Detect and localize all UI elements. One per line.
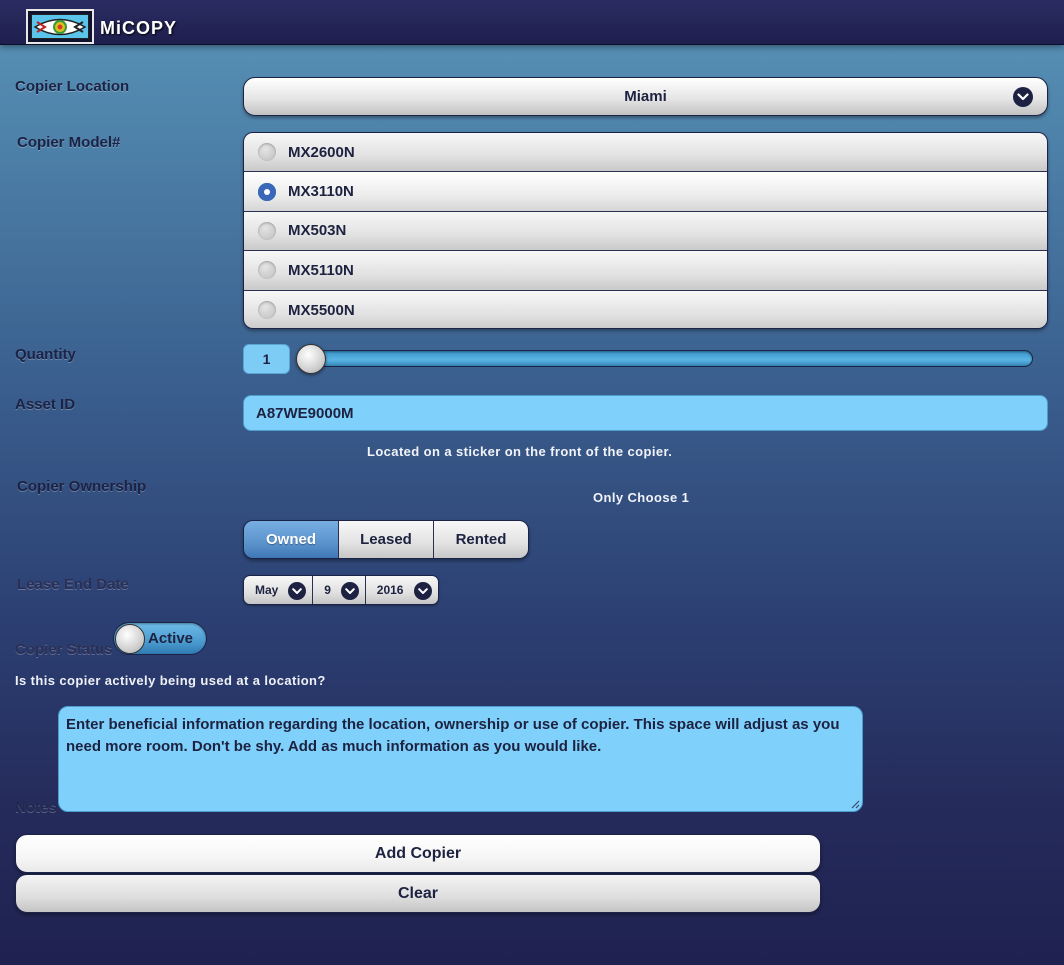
radio-button[interactable] — [258, 301, 276, 320]
chevron-down-icon — [414, 582, 432, 600]
asset-id-value: A87WE9000M — [256, 404, 354, 422]
lease-year-select[interactable]: 2016 — [365, 576, 438, 604]
model-option-mx503n[interactable]: MX503N — [244, 211, 1047, 252]
model-option-label: MX3110N — [288, 183, 354, 201]
copier-status-label: Copier Status — [15, 641, 113, 658]
chevron-down-icon — [340, 582, 359, 600]
asset-id-label: Asset ID — [15, 396, 76, 413]
app-title: MiCOPY — [100, 18, 178, 38]
copier-ownership-label: Copier Ownership — [17, 478, 147, 495]
quantity-label: Quantity — [15, 346, 76, 363]
model-option-mx3110n[interactable]: MX3110N — [244, 172, 1047, 212]
resize-handle-icon[interactable] — [850, 799, 860, 809]
notes-textarea[interactable]: Enter beneficial information regarding t… — [58, 706, 863, 812]
copier-model-radio-group: MX2600N MX3110N MX503N MX5110N MX5500N — [243, 132, 1048, 329]
quantity-slider-handle[interactable] — [296, 344, 326, 374]
ownership-rented-button[interactable]: Rented — [434, 521, 528, 558]
ownership-segmented-control: Owned Leased Rented — [243, 520, 529, 559]
lease-month-value: May — [255, 583, 279, 597]
model-option-label: MX503N — [288, 222, 347, 240]
lease-end-date-label: Lease End Date — [17, 576, 129, 593]
toggle-knob[interactable] — [115, 624, 145, 654]
notes-value: Enter beneficial information regarding t… — [66, 716, 840, 755]
quantity-slider-track[interactable] — [300, 350, 1033, 367]
add-copier-button[interactable]: Add Copier — [15, 834, 821, 873]
app-logo — [26, 9, 94, 44]
model-option-label: MX5500N — [288, 301, 355, 319]
radio-button[interactable] — [258, 143, 276, 162]
model-option-label: MX5110N — [288, 261, 354, 279]
copier-location-value: Miami — [624, 88, 667, 105]
quantity-value[interactable]: 1 — [243, 344, 290, 374]
chevron-down-icon — [1013, 87, 1033, 107]
lease-end-date-picker: May 9 2016 — [243, 575, 439, 605]
copier-model-label: Copier Model# — [17, 134, 121, 151]
asset-id-input[interactable]: A87WE9000M — [243, 395, 1048, 431]
copier-status-value: Active — [148, 630, 194, 647]
clear-button[interactable]: Clear — [15, 874, 821, 913]
lease-day-select[interactable]: 9 — [313, 576, 366, 604]
ownership-owned-button[interactable]: Owned — [244, 521, 339, 558]
model-option-mx2600n[interactable]: MX2600N — [244, 133, 1047, 173]
eye-icon — [31, 14, 89, 39]
asset-id-hint: Located on a sticker on the front of the… — [367, 444, 673, 459]
radio-button[interactable] — [258, 261, 276, 280]
radio-button-selected[interactable] — [258, 182, 276, 201]
radio-button[interactable] — [258, 221, 276, 240]
lease-day-value: 9 — [324, 583, 331, 597]
ownership-hint: Only Choose 1 — [593, 490, 690, 505]
model-option-label: MX2600N — [288, 143, 355, 161]
notes-label: Notes — [15, 799, 57, 816]
copier-location-select[interactable]: Miami — [243, 77, 1048, 116]
ownership-leased-button[interactable]: Leased — [339, 521, 434, 558]
chevron-down-icon — [288, 582, 307, 600]
copier-status-question: Is this copier actively being used at a … — [15, 673, 326, 688]
model-option-mx5110n[interactable]: MX5110N — [244, 251, 1047, 291]
model-option-mx5500n[interactable]: MX5500N — [244, 290, 1047, 328]
lease-year-value: 2016 — [376, 583, 404, 597]
copier-location-label: Copier Location — [15, 78, 130, 95]
copier-status-toggle[interactable]: Active — [113, 622, 207, 655]
app-header: MiCOPY — [0, 0, 1064, 45]
lease-month-select[interactable]: May — [244, 576, 314, 604]
